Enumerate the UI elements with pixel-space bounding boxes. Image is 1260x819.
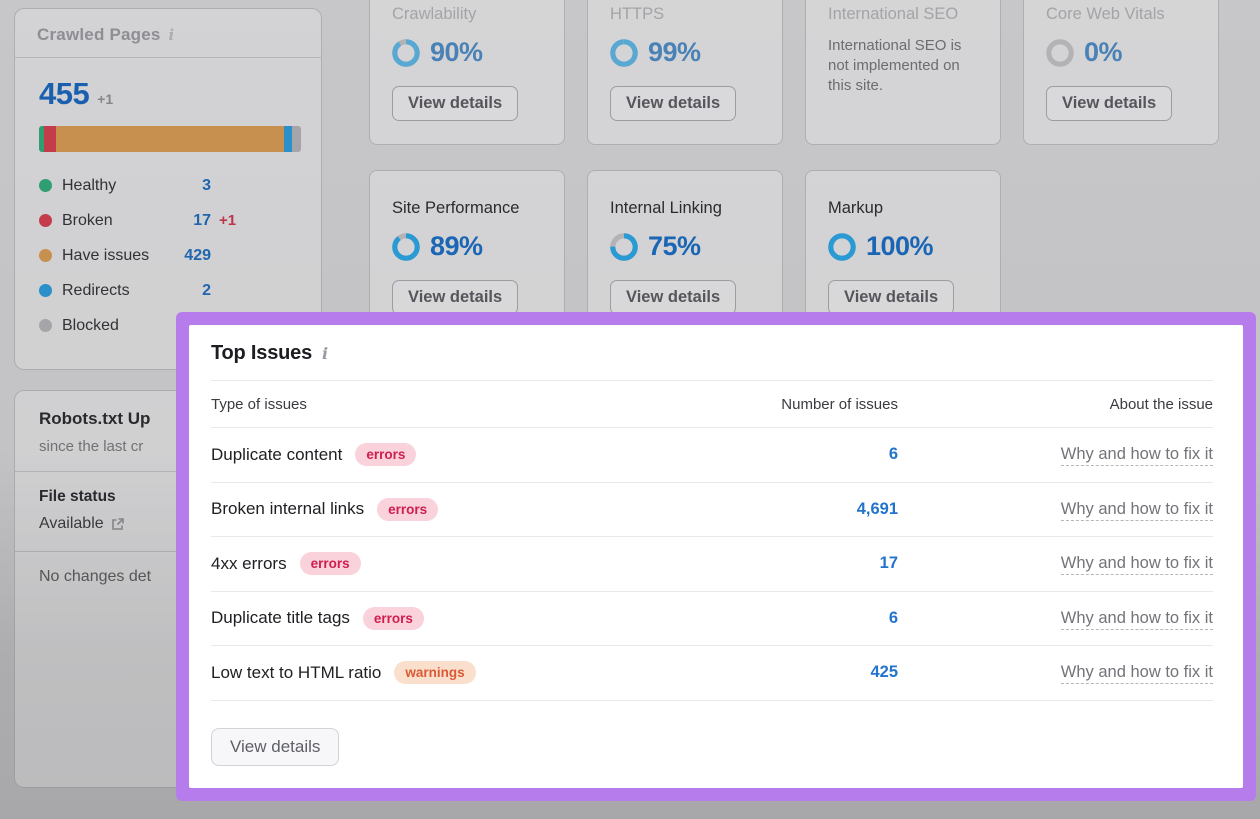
issue-count-link[interactable]: 425 bbox=[778, 663, 898, 682]
why-how-to-fix-link[interactable]: Why and how to fix it bbox=[1061, 500, 1213, 521]
issue-label: Low text to HTML ratio bbox=[211, 663, 381, 683]
issue-label: Duplicate title tags bbox=[211, 608, 350, 628]
redirects-dot-icon bbox=[39, 284, 52, 297]
score-ring bbox=[610, 39, 638, 67]
issue-label: Duplicate content bbox=[211, 445, 342, 465]
table-row: Low text to HTML ratio warnings 425 Why … bbox=[211, 646, 1213, 701]
legend-count[interactable]: 2 bbox=[202, 282, 211, 300]
legend-count[interactable]: 17 bbox=[193, 212, 211, 230]
score-ring bbox=[610, 233, 638, 261]
info-icon[interactable]: i bbox=[322, 344, 328, 363]
why-how-to-fix-link[interactable]: Why and how to fix it bbox=[1061, 445, 1213, 466]
view-details-button[interactable]: View details bbox=[211, 728, 339, 766]
issue-label: 4xx errors bbox=[211, 554, 287, 574]
card-title: Core Web Vitals bbox=[1046, 5, 1196, 24]
bar-segment-have-issues bbox=[56, 126, 283, 152]
issue-count-link[interactable]: 6 bbox=[778, 445, 898, 464]
score-value: 0% bbox=[1084, 37, 1122, 68]
view-details-button[interactable]: View details bbox=[1046, 86, 1172, 121]
legend-count[interactable]: 429 bbox=[184, 247, 211, 265]
crawled-pages-title: Crawled Pages bbox=[37, 25, 161, 45]
view-details-button[interactable]: View details bbox=[610, 280, 736, 315]
score-ring bbox=[392, 39, 420, 67]
score-value: 89% bbox=[430, 231, 483, 262]
legend-item-healthy: Healthy 3 bbox=[39, 168, 211, 203]
view-details-button[interactable]: View details bbox=[392, 280, 518, 315]
card-title: International SEO bbox=[828, 5, 978, 24]
top-issues-column-headers: Type of issues Number of issues About th… bbox=[211, 381, 1213, 428]
score-value: 100% bbox=[866, 231, 933, 262]
international-seo-description: International SEO is not implemented on … bbox=[828, 36, 978, 96]
score-value: 75% bbox=[648, 231, 701, 262]
card-title: Site Performance bbox=[392, 199, 542, 218]
table-row: Broken internal links errors 4,691 Why a… bbox=[211, 483, 1213, 538]
view-details-button[interactable]: View details bbox=[828, 280, 954, 315]
table-row: Duplicate title tags errors 6 Why and ho… bbox=[211, 592, 1213, 647]
why-how-to-fix-link[interactable]: Why and how to fix it bbox=[1061, 554, 1213, 575]
score-ring bbox=[1046, 39, 1074, 67]
issue-count-link[interactable]: 17 bbox=[778, 554, 898, 573]
table-row: Duplicate content errors 6 Why and how t… bbox=[211, 428, 1213, 483]
score-ring bbox=[828, 233, 856, 261]
column-number-of-issues: Number of issues bbox=[778, 396, 898, 413]
table-row: 4xx errors errors 17 Why and how to fix … bbox=[211, 537, 1213, 592]
severity-badge: warnings bbox=[394, 661, 475, 684]
top-issues-title: Top Issues bbox=[211, 342, 312, 365]
legend-item-broken: Broken 17 +1 bbox=[39, 203, 211, 238]
column-type-of-issues: Type of issues bbox=[211, 396, 778, 413]
card-https: HTTPS 99% View details bbox=[587, 0, 783, 145]
bar-segment-blocked bbox=[292, 126, 301, 152]
issue-count-link[interactable]: 4,691 bbox=[778, 500, 898, 519]
card-core-web-vitals: Core Web Vitals 0% View details bbox=[1023, 0, 1219, 145]
legend-item-have-issues: Have issues 429 bbox=[39, 238, 211, 273]
bar-segment-redirects bbox=[284, 126, 292, 152]
issue-label: Broken internal links bbox=[211, 499, 364, 519]
severity-badge: errors bbox=[363, 607, 424, 630]
top-issues-panel: Top Issues i Type of issues Number of is… bbox=[189, 325, 1243, 788]
card-title: Markup bbox=[828, 199, 978, 218]
healthy-dot-icon bbox=[39, 179, 52, 192]
card-title: Internal Linking bbox=[610, 199, 760, 218]
card-international-seo: International SEO International SEO is n… bbox=[805, 0, 1001, 145]
view-details-button[interactable]: View details bbox=[392, 86, 518, 121]
have-issues-dot-icon bbox=[39, 249, 52, 262]
why-how-to-fix-link[interactable]: Why and how to fix it bbox=[1061, 663, 1213, 684]
view-details-button[interactable]: View details bbox=[610, 86, 736, 121]
file-status-value: Available bbox=[39, 515, 104, 533]
why-how-to-fix-link[interactable]: Why and how to fix it bbox=[1061, 609, 1213, 630]
crawled-pages-delta: +1 bbox=[97, 91, 113, 107]
bar-segment-broken bbox=[44, 126, 56, 152]
severity-badge: errors bbox=[300, 552, 361, 575]
column-about-the-issue: About the issue bbox=[898, 396, 1213, 413]
blocked-dot-icon bbox=[39, 319, 52, 332]
card-title: Crawlability bbox=[392, 5, 542, 24]
legend-delta: +1 bbox=[219, 212, 236, 229]
legend-item-redirects: Redirects 2 bbox=[39, 273, 211, 308]
external-link-icon[interactable] bbox=[111, 517, 125, 531]
score-ring bbox=[392, 233, 420, 261]
score-value: 99% bbox=[648, 37, 701, 68]
broken-dot-icon bbox=[39, 214, 52, 227]
crawled-pages-stacked-bar[interactable] bbox=[39, 126, 301, 152]
severity-badge: errors bbox=[355, 443, 416, 466]
info-icon[interactable]: i bbox=[169, 26, 175, 44]
card-title: HTTPS bbox=[610, 5, 760, 24]
card-crawlability: Crawlability 90% View details bbox=[369, 0, 565, 145]
top-issues-highlight-frame: Top Issues i Type of issues Number of is… bbox=[176, 312, 1256, 801]
legend-count[interactable]: 3 bbox=[202, 177, 211, 195]
issue-count-link[interactable]: 6 bbox=[778, 609, 898, 628]
crawled-pages-total: 455 bbox=[39, 76, 89, 112]
score-value: 90% bbox=[430, 37, 483, 68]
severity-badge: errors bbox=[377, 498, 438, 521]
